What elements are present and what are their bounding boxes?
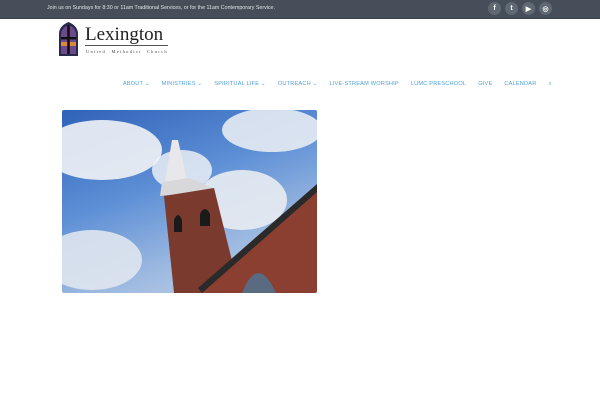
facebook-icon[interactable]: f xyxy=(488,2,501,15)
stained-glass-window-icon xyxy=(59,22,78,56)
service-times-message: Join us on Sundays for 8:30 or 11am Trad… xyxy=(47,5,275,11)
main-nav: ABOUT ⌄ MINISTRIES ⌄ SPIRITUAL LIFE ⌄ OU… xyxy=(123,81,552,88)
nav-live-stream[interactable]: LIVE-STREAM WORSHIP xyxy=(329,81,398,88)
nav-ministries[interactable]: MINISTRIES ⌄ xyxy=(162,81,203,88)
nav-preschool[interactable]: LUMC PRESCHOOL xyxy=(411,81,466,88)
twitter-icon[interactable]: t xyxy=(505,2,518,15)
search-icon[interactable]: ⌕ xyxy=(548,81,552,88)
logo-subtitle: United Methodist Church xyxy=(86,49,168,54)
youtube-icon[interactable]: ▶ xyxy=(522,2,535,15)
church-steeple-photo xyxy=(62,110,317,293)
nav-give[interactable]: GIVE xyxy=(478,81,492,88)
nav-outreach[interactable]: OUTREACH ⌄ xyxy=(278,81,318,88)
top-bar: Join us on Sundays for 8:30 or 11am Trad… xyxy=(0,0,600,19)
logo-title: Lexington xyxy=(85,25,168,46)
instagram-icon[interactable]: ◎ xyxy=(539,2,552,15)
nav-about[interactable]: ABOUT ⌄ xyxy=(123,81,150,88)
nav-spiritual-life[interactable]: SPIRITUAL LIFE ⌄ xyxy=(214,81,266,88)
nav-calendar[interactable]: CALENDAR xyxy=(504,81,536,88)
social-links: f t ▶ ◎ xyxy=(488,2,552,15)
site-logo[interactable]: Lexington United Methodist Church xyxy=(58,22,168,56)
